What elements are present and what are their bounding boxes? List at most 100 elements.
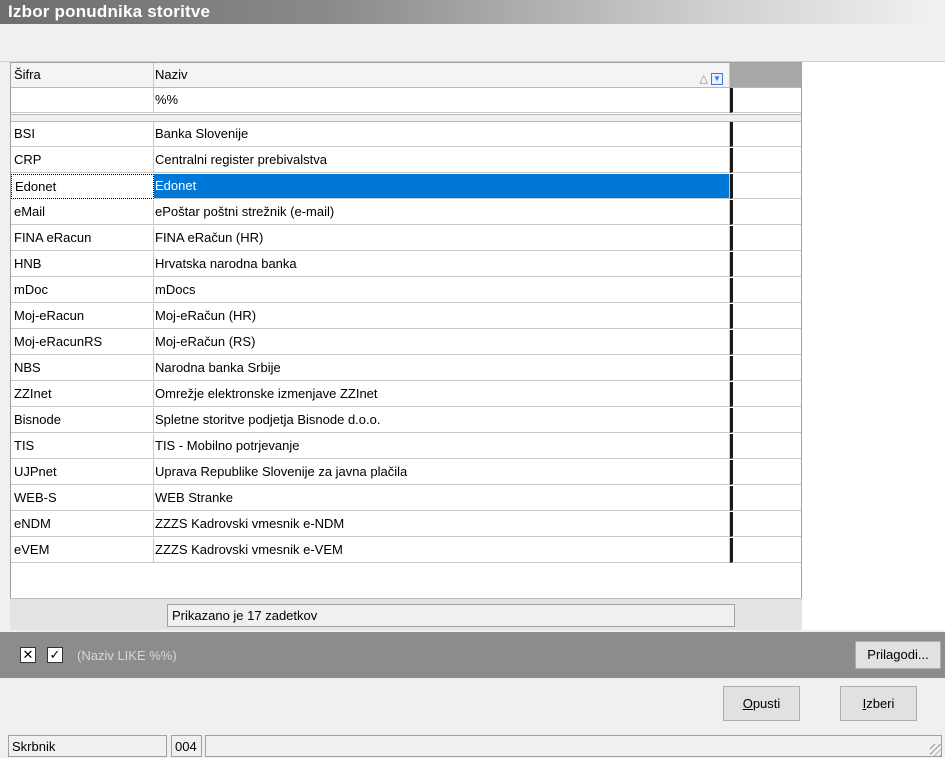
cell-code[interactable]: BSI	[11, 122, 154, 147]
cell-name[interactable]: Spletne storitve podjetja Bisnode d.o.o.	[154, 408, 730, 433]
table-row[interactable]: CRP Centralni register prebivalstva	[11, 148, 801, 173]
table-row[interactable]: eNDM ZZZS Kadrovski vmesnik e-NDM	[11, 512, 801, 537]
provider-grid: Šifra Naziv △ ▼ %% BSI Banka Slovenije CRP…	[10, 62, 802, 630]
cell-name[interactable]: Narodna banka Srbije	[154, 356, 730, 381]
cell-code[interactable]: ZZInet	[11, 382, 154, 407]
cell-name[interactable]: WEB Stranke	[154, 486, 730, 511]
filter-cell-extra	[730, 88, 801, 113]
select-label: zberi	[866, 696, 895, 711]
grid-footer: Prikazano je 17 zadetkov	[10, 598, 802, 630]
column-header-code[interactable]: Šifra	[11, 63, 154, 88]
cell-name[interactable]: Centralni register prebivalstva	[154, 148, 730, 173]
cell-extra	[730, 356, 801, 381]
table-row[interactable]: NBS Narodna banka Srbije	[11, 356, 801, 381]
filter-input-code[interactable]	[11, 88, 154, 113]
table-row[interactable]: ZZInet Omrežje elektronske izmenjave ZZIn…	[11, 382, 801, 407]
select-button[interactable]: Izberi	[840, 686, 917, 721]
cell-extra	[730, 174, 801, 199]
cell-extra	[730, 252, 801, 277]
cell-code[interactable]: Moj-eRacun	[11, 304, 154, 329]
customize-button[interactable]: Prilagodi...	[855, 641, 941, 669]
table-row[interactable]: eVEM ZZZS Kadrovski vmesnik e-VEM	[11, 538, 801, 563]
table-row[interactable]: UJPnet Uprava Republike Slovenije za javn…	[11, 460, 801, 485]
cell-name[interactable]: ZZZS Kadrovski vmesnik e-VEM	[154, 538, 730, 563]
status-code: 004	[171, 735, 202, 757]
cell-name[interactable]: ZZZS Kadrovski vmesnik e-NDM	[154, 512, 730, 537]
record-count: Prikazano je 17 zadetkov	[167, 604, 735, 627]
resize-grip-icon[interactable]	[930, 744, 942, 756]
status-bar: Skrbnik 004	[0, 733, 945, 758]
cell-code[interactable]: Edonet	[11, 174, 154, 199]
table-row[interactable]: FINA eRacun FINA eRačun (HR)	[11, 226, 801, 251]
cell-code[interactable]: HNB	[11, 252, 154, 277]
cell-code[interactable]: Bisnode	[11, 408, 154, 433]
cell-code[interactable]: eMail	[11, 200, 154, 225]
cell-extra	[730, 538, 801, 563]
sort-ascending-icon[interactable]: △	[700, 67, 708, 87]
cell-code[interactable]: WEB-S	[11, 486, 154, 511]
cell-extra	[730, 200, 801, 225]
cell-extra	[730, 460, 801, 485]
table-row[interactable]: Bisnode Spletne storitve podjetja Bisnode…	[11, 408, 801, 433]
cell-code[interactable]: Moj-eRacunRS	[11, 330, 154, 355]
cell-extra	[730, 148, 801, 173]
cell-extra	[730, 486, 801, 511]
cell-extra	[730, 512, 801, 537]
cell-extra	[730, 278, 801, 303]
cell-code[interactable]: UJPnet	[11, 460, 154, 485]
table-row[interactable]: eMail ePoštar poštni strežnik (e-mail)	[11, 200, 801, 225]
cell-extra	[730, 408, 801, 433]
grid-header-row: Šifra Naziv △ ▼	[11, 63, 801, 88]
cancel-label: pusti	[752, 696, 781, 711]
table-row[interactable]: Edonet Edonet	[11, 174, 801, 199]
cell-name[interactable]: mDocs	[154, 278, 730, 303]
column-header-name-label: Naziv	[155, 67, 188, 82]
cell-name[interactable]: FINA eRačun (HR)	[154, 226, 730, 251]
checkmark-icon[interactable]: ✓	[47, 647, 63, 663]
window-title: Izbor ponudnika storitve	[0, 0, 945, 24]
cell-code[interactable]: FINA eRacun	[11, 226, 154, 251]
cancel-mnemonic: O	[742, 696, 753, 711]
cell-name[interactable]: Edonet	[154, 174, 730, 199]
cell-code[interactable]: NBS	[11, 356, 154, 381]
cell-extra	[730, 226, 801, 251]
column-header-extra	[730, 63, 801, 88]
cell-extra	[730, 382, 801, 407]
table-row[interactable]: HNB Hrvatska narodna banka	[11, 252, 801, 277]
filter-input-name[interactable]: %%	[154, 88, 730, 113]
cell-code[interactable]: eNDM	[11, 512, 154, 537]
cell-extra	[730, 304, 801, 329]
table-row[interactable]: BSI Banka Slovenije	[11, 122, 801, 147]
table-row[interactable]: mDoc mDocs	[11, 278, 801, 303]
table-row[interactable]: Moj-eRacun Moj-eRačun (HR)	[11, 304, 801, 329]
status-role: Skrbnik	[8, 735, 167, 757]
table-row[interactable]: WEB-S WEB Stranke	[11, 486, 801, 511]
cell-code[interactable]: eVEM	[11, 538, 154, 563]
filter-row: %%	[11, 88, 801, 113]
cell-extra	[730, 434, 801, 459]
cell-name[interactable]: Banka Slovenije	[154, 122, 730, 147]
cell-name[interactable]: Moj-eRačun (RS)	[154, 330, 730, 355]
cell-name[interactable]: Omrežje elektronske izmenjave ZZInet	[154, 382, 730, 407]
filter-expression[interactable]: (Naziv LIKE %%)	[77, 648, 177, 663]
right-blank-area	[802, 62, 945, 630]
filter-icon[interactable]: ▼	[711, 73, 723, 85]
table-row[interactable]: TIS TIS - Mobilno potrjevanje	[11, 434, 801, 459]
cell-name[interactable]: Uprava Republike Slovenije za javna plač…	[154, 460, 730, 485]
cell-extra	[730, 330, 801, 355]
filter-bar: ✕ ✓ (Naziv LIKE %%) Prilagodi...	[0, 632, 945, 678]
table-row[interactable]: Moj-eRacunRS Moj-eRačun (RS)	[11, 330, 801, 355]
column-header-name[interactable]: Naziv △ ▼	[154, 63, 730, 88]
cell-code[interactable]: mDoc	[11, 278, 154, 303]
toolbar-strip	[0, 24, 945, 62]
cell-code[interactable]: CRP	[11, 148, 154, 173]
cell-name[interactable]: Moj-eRačun (HR)	[154, 304, 730, 329]
cancel-button[interactable]: Opusti	[723, 686, 800, 721]
filter-separator	[11, 114, 801, 122]
cell-extra	[730, 122, 801, 147]
cell-code[interactable]: TIS	[11, 434, 154, 459]
cell-name[interactable]: Hrvatska narodna banka	[154, 252, 730, 277]
close-icon[interactable]: ✕	[20, 647, 36, 663]
cell-name[interactable]: TIS - Mobilno potrjevanje	[154, 434, 730, 459]
cell-name[interactable]: ePoštar poštni strežnik (e-mail)	[154, 200, 730, 225]
